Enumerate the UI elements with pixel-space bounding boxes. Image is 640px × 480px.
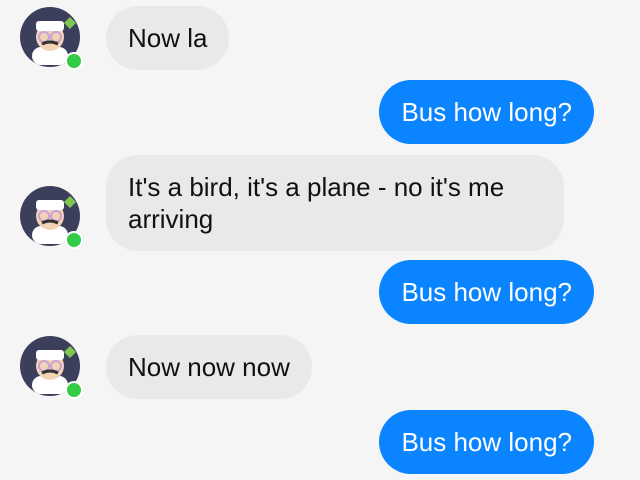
message-text: Bus how long? bbox=[401, 97, 572, 127]
message-text: Bus how long? bbox=[401, 277, 572, 307]
online-status-dot bbox=[65, 381, 83, 399]
driver-avatar-icon bbox=[20, 186, 83, 249]
contact-avatar[interactable] bbox=[20, 336, 84, 400]
message-bubble-outgoing[interactable]: Bus how long? bbox=[379, 260, 594, 324]
message-bubble-incoming[interactable]: Now now now bbox=[106, 335, 312, 399]
contact-avatar[interactable] bbox=[20, 7, 84, 71]
message-bubble-incoming[interactable]: Now la bbox=[106, 6, 230, 70]
message-bubble-incoming[interactable]: It's a bird, it's a plane - no it's me a… bbox=[106, 155, 564, 251]
chat-thread: Now la Bus how long? It's a bird, it's a… bbox=[0, 0, 640, 480]
message-text: Now la bbox=[128, 23, 208, 53]
online-status-dot bbox=[65, 52, 83, 70]
message-text-line: arriving bbox=[128, 204, 214, 234]
contact-avatar[interactable] bbox=[20, 186, 84, 250]
message-text: Now now now bbox=[128, 352, 290, 382]
message-bubble-outgoing[interactable]: Bus how long? bbox=[379, 80, 594, 144]
message-bubble-outgoing[interactable]: Bus how long? bbox=[379, 410, 594, 474]
driver-avatar-icon bbox=[20, 7, 83, 70]
online-status-dot bbox=[65, 231, 83, 249]
message-text-line: It's a bird, it's a plane - no it's me bbox=[128, 172, 505, 202]
driver-avatar-icon bbox=[20, 336, 83, 399]
message-text: Bus how long? bbox=[401, 427, 572, 457]
